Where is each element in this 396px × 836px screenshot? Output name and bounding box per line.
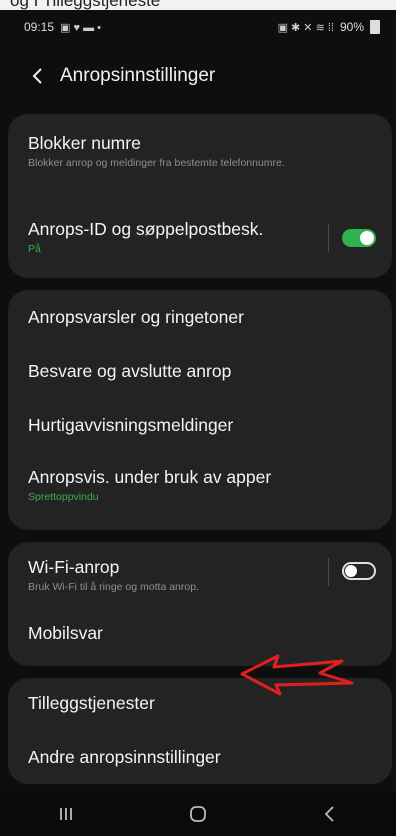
wifi-calling-subtitle: Bruk Wi-Fi til å ringe og motta anrop. xyxy=(28,581,199,593)
system-icons: ▣ ✱ ✕ ≋ ⁞⁞ xyxy=(277,21,334,34)
quick-decline-title: Hurtigavvisningsmeldinger xyxy=(28,415,234,435)
call-alerts-item[interactable]: Anropsvarsler og ringetoner xyxy=(8,306,392,328)
wifi-calling-toggle[interactable] xyxy=(342,562,376,580)
cropped-caption-text: og I Tilleggstjeneste xyxy=(10,0,161,10)
caller-id-item[interactable]: Anrops-ID og søppelpostbesk. På xyxy=(8,218,392,256)
battery-level: 90% xyxy=(339,20,364,34)
caller-id-title: Anrops-ID og søppelpostbesk. xyxy=(28,219,264,239)
caller-id-toggle[interactable] xyxy=(342,229,376,247)
page-title: Anropsinnstillinger xyxy=(60,65,216,86)
status-bar: 09:15 ▣ ♥ ▬ • ▣ ✱ ✕ ≋ ⁞⁞ 90% xyxy=(0,10,396,44)
status-left: 09:15 ▣ ♥ ▬ • xyxy=(24,20,101,34)
answer-end-title: Besvare og avslutte anrop xyxy=(28,361,232,381)
block-numbers-subtitle: Blokker anrop og meldinger fra bestemte … xyxy=(28,157,285,169)
voicemail-item[interactable]: Mobilsvar xyxy=(8,622,392,644)
cropped-caption: og I Tilleggstjeneste xyxy=(0,0,396,10)
red-arrow-annotation xyxy=(240,654,354,696)
answer-end-item[interactable]: Besvare og avslutte anrop xyxy=(8,360,392,382)
voicemail-title: Mobilsvar xyxy=(28,623,103,643)
phone-screen: og I Tilleggstjeneste 09:15 ▣ ♥ ▬ • ▣ ✱ … xyxy=(0,0,396,836)
call-display-item[interactable]: Anropsvis. under bruk av apper Sprettopp… xyxy=(8,466,392,504)
back-arrow-icon[interactable] xyxy=(18,56,58,96)
back-icon[interactable] xyxy=(300,794,360,834)
recents-icon[interactable] xyxy=(36,794,96,834)
call-alerts-title: Anropsvarsler og ringetoner xyxy=(28,307,244,327)
battery-icon xyxy=(370,20,380,34)
caller-id-status: På xyxy=(28,243,41,255)
wifi-calling-title: Wi-Fi-anrop xyxy=(28,557,120,577)
wifi-calling-item[interactable]: Wi-Fi-anrop Bruk Wi-Fi til å ringe og mo… xyxy=(8,556,392,594)
block-numbers-title: Blokker numre xyxy=(28,133,141,153)
settings-group-calls: Anropsvarsler og ringetoner Besvare og a… xyxy=(8,290,392,530)
quick-decline-item[interactable]: Hurtigavvisningsmeldinger xyxy=(8,414,392,436)
other-settings-item[interactable]: Andre anropsinnstillinger xyxy=(8,746,392,768)
status-right: ▣ ✱ ✕ ≋ ⁞⁞ 90% xyxy=(278,20,380,34)
call-display-status: Sprettoppvindu xyxy=(28,491,99,503)
settings-group-blocking: Blokker numre Blokker anrop og meldinger… xyxy=(8,114,392,278)
navigation-bar xyxy=(0,792,396,836)
settings-group-wifi: Wi-Fi-anrop Bruk Wi-Fi til å ringe og mo… xyxy=(8,542,392,666)
app-bar: Anropsinnstillinger xyxy=(0,56,396,96)
status-time: 09:15 xyxy=(24,20,55,34)
toggle-divider xyxy=(328,224,329,252)
notification-icons: ▣ ♥ ▬ • xyxy=(60,21,101,34)
toggle-divider xyxy=(328,558,329,586)
other-settings-title: Andre anropsinnstillinger xyxy=(28,747,221,767)
toggle-knob xyxy=(345,565,357,577)
call-display-title: Anropsvis. under bruk av apper xyxy=(28,467,272,487)
home-icon[interactable] xyxy=(168,794,228,834)
toggle-knob xyxy=(360,231,374,245)
block-numbers-item[interactable]: Blokker numre Blokker anrop og meldinger… xyxy=(8,132,392,170)
